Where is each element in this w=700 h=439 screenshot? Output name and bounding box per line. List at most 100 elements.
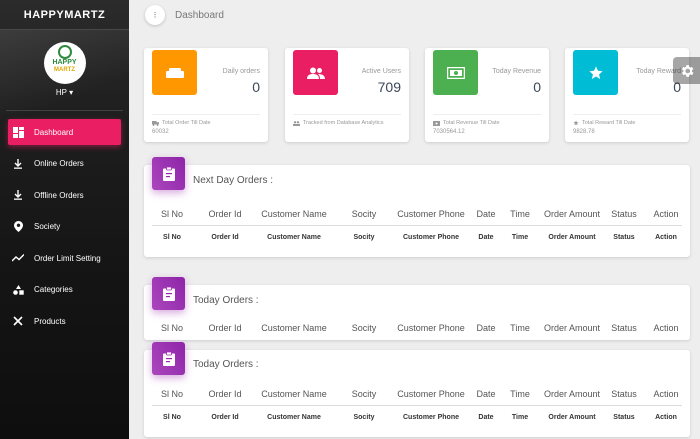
card-title: Today Orders : [193, 295, 259, 306]
column-header[interactable]: Customer Phone [390, 389, 472, 399]
stat-card-active-users: Active Users 709 Tracked from Database A… [285, 48, 409, 142]
stat-value: 709 [377, 79, 401, 95]
sidebar: HAPPYMARTZ HAPPY MARTZ HP ▾ Dashboard On… [0, 0, 129, 439]
column-header[interactable]: Status [604, 323, 644, 333]
column-header[interactable]: Time [500, 209, 540, 219]
table-header-row: Sl No Order Id Customer Name Socity Cust… [144, 389, 690, 399]
sidebar-item-dashboard[interactable]: Dashboard [8, 119, 121, 145]
sidebar-nav: Dashboard Online Orders Offline Orders S… [0, 111, 129, 334]
location-pin-icon [12, 221, 24, 233]
column-header[interactable]: Customer Name [250, 209, 338, 219]
column-header[interactable]: Action [644, 209, 688, 219]
column-header[interactable]: Status [604, 209, 644, 219]
column-header[interactable]: Order Id [200, 209, 250, 219]
sidebar-item-label: Society [34, 222, 61, 231]
column-header[interactable]: Sl No [144, 389, 200, 399]
column-header[interactable]: Order Id [200, 389, 250, 399]
sidebar-item-categories[interactable]: Categories [8, 277, 121, 303]
profile: HAPPY MARTZ HP ▾ [0, 30, 129, 110]
users-icon [293, 50, 338, 95]
cash-icon [433, 120, 440, 126]
stat-footer-value: 60032 [152, 129, 169, 135]
table-divider [152, 225, 682, 226]
stat-value: 0 [533, 79, 541, 95]
sofa-icon [152, 50, 197, 95]
download-icon [12, 158, 24, 170]
star-icon [573, 120, 579, 126]
column-header[interactable]: Customer Phone [390, 323, 472, 333]
stat-footer: Tracked from Database Analytics [293, 114, 401, 129]
sidebar-item-label: Dashboard [34, 127, 74, 137]
card-title: Today Orders : [193, 359, 259, 370]
clipboard-icon [152, 342, 185, 375]
sidebar-item-products[interactable]: Products [8, 308, 121, 334]
column-header[interactable]: Sl No [144, 323, 200, 333]
column-header[interactable]: Socity [338, 389, 390, 399]
leaf-icon [57, 45, 72, 59]
clipboard-icon [152, 157, 185, 190]
user-menu[interactable]: HP ▾ [0, 88, 129, 97]
download-icon [12, 189, 24, 201]
gear-icon [681, 64, 693, 77]
column-footer: Customer Name [267, 414, 321, 421]
column-footer: Customer Name [267, 234, 321, 241]
stat-label: Active Users [361, 68, 401, 75]
column-header[interactable]: Order Amount [540, 389, 604, 399]
column-header[interactable]: Sl No [144, 209, 200, 219]
column-header[interactable]: Time [500, 323, 540, 333]
column-header[interactable]: Date [472, 389, 500, 399]
column-footer: Status [613, 234, 635, 241]
stat-footer-text: Total Reward Till Date [582, 120, 636, 126]
column-header[interactable]: Customer Phone [390, 209, 472, 219]
column-footer: Action [655, 414, 677, 421]
today-orders-card: Today Orders : Sl No Order Id Customer N… [144, 277, 690, 340]
stat-footer-value: 7030564.12 [433, 129, 465, 135]
column-header[interactable]: Socity [338, 323, 390, 333]
column-footer: Date [478, 414, 494, 421]
top-bar: ⁝ Dashboard [129, 0, 700, 30]
stat-footer-text: Tracked from Database Analytics [303, 120, 384, 126]
column-header[interactable]: Customer Name [250, 323, 338, 333]
column-header[interactable]: Action [644, 389, 688, 399]
stat-footer: Total Reward Till Date 9828.78 [573, 114, 681, 135]
column-footer: Status [613, 414, 635, 421]
column-header[interactable]: Action [644, 323, 688, 333]
column-header[interactable]: Date [472, 209, 500, 219]
column-footer: Action [655, 234, 677, 241]
table-footer-row: Sl No Order Id Customer Name Socity Cust… [144, 414, 690, 421]
column-footer: Sl No [163, 234, 181, 241]
card-title: Next Day Orders : [193, 175, 274, 186]
column-header[interactable]: Customer Name [250, 389, 338, 399]
clipboard-icon [152, 277, 185, 310]
column-footer: Date [478, 234, 494, 241]
sidebar-item-order-limit-setting[interactable]: Order Limit Setting [8, 245, 121, 271]
logo-text-happy: HAPPY [52, 59, 77, 66]
categories-icon [12, 284, 24, 296]
column-header[interactable]: Socity [338, 209, 390, 219]
sidebar-item-online-orders[interactable]: Online Orders [8, 151, 121, 177]
logo-text-martz: MARTZ [54, 67, 75, 73]
column-header[interactable]: Time [500, 389, 540, 399]
stat-footer-value: 9828.78 [573, 129, 595, 135]
truck-icon [152, 120, 159, 126]
column-header[interactable]: Status [604, 389, 644, 399]
table-divider [152, 405, 682, 406]
column-header[interactable]: Order Id [200, 323, 250, 333]
sidebar-item-label: Offline Orders [34, 190, 84, 200]
sidebar-item-society[interactable]: Society [8, 214, 121, 240]
sidebar-item-offline-orders[interactable]: Offline Orders [8, 182, 121, 208]
column-header[interactable]: Order Amount [540, 209, 604, 219]
column-footer: Customer Phone [402, 234, 459, 241]
brand-name[interactable]: HAPPYMARTZ [0, 0, 129, 30]
column-footer: Time [511, 414, 529, 421]
sidebar-item-label: Order Limit Setting [34, 253, 101, 263]
column-footer: Socity [353, 234, 375, 241]
logo: HAPPY MARTZ [43, 42, 86, 84]
column-header[interactable]: Order Amount [540, 323, 604, 333]
stat-footer-text: Total Revenue Till Date [443, 120, 500, 126]
column-header[interactable]: Date [472, 323, 500, 333]
menu-toggle-button[interactable]: ⁝ [145, 5, 165, 25]
stat-label: Daily orders [222, 68, 260, 75]
settings-gear-button[interactable] [673, 57, 700, 84]
page-title: Dashboard [175, 9, 224, 21]
